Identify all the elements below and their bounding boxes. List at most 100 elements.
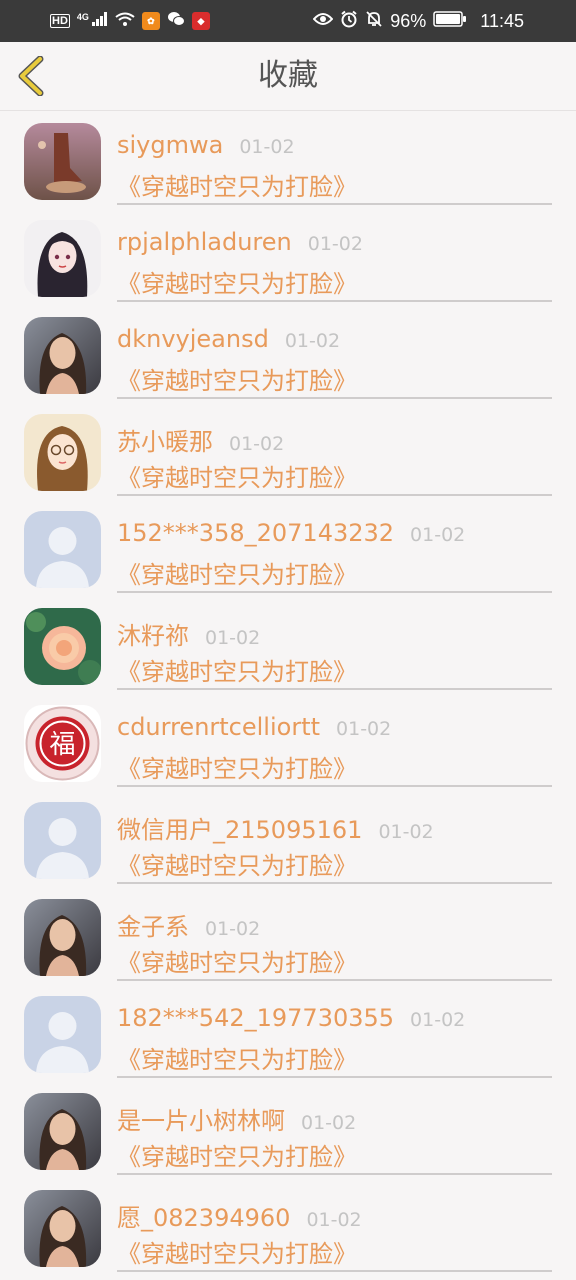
name-line: 182***542_197730355 01-02	[117, 1004, 465, 1038]
app-notification-icon: ✿	[141, 12, 160, 30]
username: 是一片小树林啊	[117, 1107, 285, 1135]
avatar[interactable]	[24, 414, 101, 491]
book-title[interactable]: 《穿越时空只为打脸》	[117, 458, 357, 493]
divider	[117, 688, 552, 690]
wifi-icon	[115, 12, 135, 31]
name-line: 愿_082394960 01-02	[117, 1198, 362, 1232]
signal-icon	[91, 11, 108, 31]
page-title: 收藏	[258, 58, 318, 93]
alarm-icon	[340, 10, 358, 33]
book-title[interactable]: 《穿越时空只为打脸》	[117, 264, 357, 299]
name-line: 苏小暖那 01-02	[117, 422, 284, 456]
name-line: dknvyjeansd 01-02	[117, 325, 340, 359]
favorite-list-item[interactable]: 微信用户_215095161 01-02 《穿越时空只为打脸》	[0, 790, 576, 887]
book-title[interactable]: 《穿越时空只为打脸》	[117, 943, 357, 978]
book-title[interactable]: 《穿越时空只为打脸》	[117, 1234, 357, 1269]
eye-icon	[312, 12, 334, 31]
favorite-date: 01-02	[410, 524, 466, 546]
name-line: 微信用户_215095161 01-02	[117, 810, 434, 844]
avatar[interactable]	[24, 220, 101, 297]
status-bar-right: 96% 11:45	[312, 10, 524, 33]
username: 苏小暖那	[117, 428, 213, 456]
favorite-date: 01-02	[205, 627, 261, 649]
divider	[117, 397, 552, 399]
favorite-date: 01-02	[229, 433, 285, 455]
username: 沐籽祢	[117, 622, 189, 650]
clock-time: 11:45	[480, 10, 524, 31]
divider	[117, 591, 552, 593]
avatar[interactable]	[24, 899, 101, 976]
favorite-list-item[interactable]: 金子系 01-02 《穿越时空只为打脸》	[0, 887, 576, 984]
favorite-date: 01-02	[378, 821, 434, 843]
name-line: 金子系 01-02	[117, 907, 260, 941]
wechat-icon	[167, 11, 185, 32]
network-type: 4G	[76, 12, 89, 22]
name-line: 沐籽祢 01-02	[117, 616, 260, 650]
battery-percent: 96%	[390, 10, 427, 31]
avatar[interactable]	[24, 123, 101, 200]
divider	[117, 785, 552, 787]
favorites-list: siygmwa 01-02 《穿越时空只为打脸》 rpjalphladuren …	[0, 111, 576, 1275]
default-avatar-icon[interactable]	[24, 996, 101, 1073]
username: dknvyjeansd	[117, 325, 269, 353]
name-line: 152***358_207143232 01-02	[117, 519, 465, 553]
favorite-list-item[interactable]: rpjalphladuren 01-02 《穿越时空只为打脸》	[0, 208, 576, 305]
username: 182***542_197730355	[117, 1004, 395, 1032]
book-title[interactable]: 《穿越时空只为打脸》	[117, 1040, 357, 1075]
avatar[interactable]	[24, 1093, 101, 1170]
default-avatar-icon[interactable]	[24, 802, 101, 879]
book-title[interactable]: 《穿越时空只为打脸》	[117, 652, 357, 687]
name-line: rpjalphladuren 01-02	[117, 228, 363, 262]
app-red-icon: ◆	[191, 12, 210, 30]
username: 金子系	[117, 913, 189, 941]
avatar[interactable]: 福	[24, 705, 101, 782]
hd-indicator: HD	[50, 14, 70, 28]
book-title[interactable]: 《穿越时空只为打脸》	[117, 555, 357, 590]
favorite-list-item[interactable]: 福 cdurrenrtcelliortt 01-02 《穿越时空只为打脸》	[0, 693, 576, 790]
favorite-list-item[interactable]: siygmwa 01-02 《穿越时空只为打脸》	[0, 111, 576, 208]
avatar[interactable]	[24, 317, 101, 394]
name-line: cdurrenrtcelliortt 01-02	[117, 713, 391, 747]
name-line: siygmwa 01-02	[117, 131, 295, 165]
favorite-date: 01-02	[410, 1009, 466, 1031]
favorite-date: 01-02	[239, 136, 295, 158]
username: 152***358_207143232	[117, 519, 395, 547]
username: cdurrenrtcelliortt	[117, 713, 321, 741]
favorite-list-item[interactable]: 愿_082394960 01-02 《穿越时空只为打脸》	[0, 1178, 576, 1275]
name-line: 是一片小树林啊 01-02	[117, 1101, 356, 1135]
favorite-list-item[interactable]: 182***542_197730355 01-02 《穿越时空只为打脸》	[0, 984, 576, 1081]
username: siygmwa	[117, 131, 224, 159]
divider	[117, 1076, 552, 1078]
favorite-date: 01-02	[205, 918, 261, 940]
book-title[interactable]: 《穿越时空只为打脸》	[117, 361, 357, 396]
mute-bell-icon	[365, 10, 383, 33]
book-title[interactable]: 《穿越时空只为打脸》	[117, 1137, 357, 1172]
avatar[interactable]	[24, 1190, 101, 1267]
favorite-list-item[interactable]: 是一片小树林啊 01-02 《穿越时空只为打脸》	[0, 1081, 576, 1178]
avatar[interactable]	[24, 608, 101, 685]
svg-text:福: 福	[49, 730, 75, 760]
battery-icon	[433, 10, 467, 32]
book-title[interactable]: 《穿越时空只为打脸》	[117, 749, 357, 784]
favorite-date: 01-02	[336, 718, 392, 740]
divider	[117, 979, 552, 981]
status-bar-left: HD 4G ✿ ◆	[50, 11, 210, 32]
favorite-list-item[interactable]: dknvyjeansd 01-02 《穿越时空只为打脸》	[0, 305, 576, 402]
book-title[interactable]: 《穿越时空只为打脸》	[117, 846, 357, 881]
divider	[117, 203, 552, 205]
divider	[117, 494, 552, 496]
default-avatar-icon[interactable]	[24, 511, 101, 588]
favorite-date: 01-02	[301, 1112, 357, 1134]
app-bar: 收藏	[0, 42, 576, 111]
favorite-date: 01-02	[307, 233, 363, 255]
username: 微信用户_215095161	[117, 816, 363, 844]
favorite-date: 01-02	[284, 330, 341, 352]
divider	[117, 882, 552, 884]
username: rpjalphladuren	[117, 228, 292, 256]
book-title[interactable]: 《穿越时空只为打脸》	[117, 167, 357, 202]
favorite-list-item[interactable]: 152***358_207143232 01-02 《穿越时空只为打脸》	[0, 499, 576, 596]
status-bar: HD 4G ✿ ◆ 96% 11:45	[0, 0, 576, 42]
favorite-list-item[interactable]: 苏小暖那 01-02 《穿越时空只为打脸》	[0, 402, 576, 499]
favorite-list-item[interactable]: 沐籽祢 01-02 《穿越时空只为打脸》	[0, 596, 576, 693]
divider	[117, 1270, 552, 1272]
